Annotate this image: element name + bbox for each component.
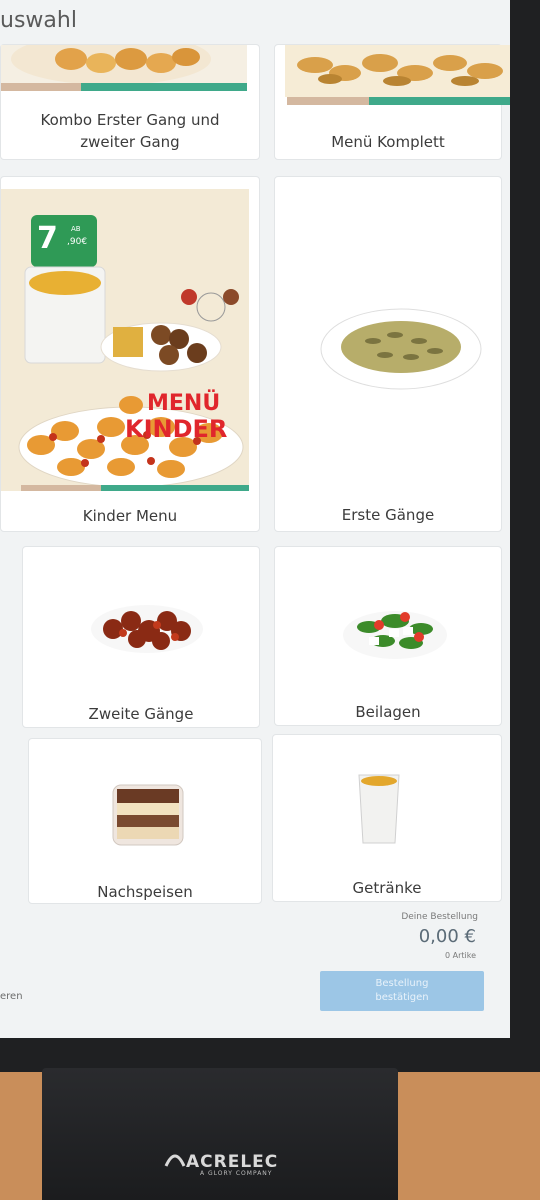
category-kinder-menu[interactable]: 7 AB ,90€ MENÜ KINDER Kinder Menu [0,176,260,532]
category-label: Beilagen [355,703,421,721]
salad-image [343,611,447,659]
category-label: Erste Gänge [341,506,435,524]
order-label: Deine Bestellung [401,912,478,922]
tiramisu-image [112,784,184,846]
order-total: 0,00 € [418,926,476,947]
category-label: Zweite Gänge [88,705,194,723]
category-erste-gaenge[interactable]: Erste Gänge [274,176,502,532]
promo-price-badge: 7 AB ,90€ [37,221,87,256]
promo-title-line1: MENÜ [147,391,221,416]
category-label: Kombo Erster Gang und zweiter Gang [40,111,220,151]
category-beilagen[interactable]: Beilagen [274,546,502,726]
promo-title-line2: KINDER [125,415,228,443]
category-label: Menü Komplett [331,133,445,151]
category-getraenke[interactable]: Getränke [272,734,502,902]
order-count: 0 Artike [444,951,476,960]
confirm-order-button[interactable]: Bestellung bestätigen [320,971,484,1011]
acrelec-logo-icon [164,1154,186,1167]
kiosk-stand [42,1068,398,1200]
drink-cup-image [358,774,400,844]
category-label: Nachspeisen [97,883,193,901]
category-label: Kinder Menu [82,507,178,525]
kombo-food-image [1,45,247,91]
pasta-image [285,45,510,105]
promo-price-main: 7 [37,221,58,256]
category-zweite-gaenge[interactable]: Zweite Gänge [22,546,260,728]
category-label: Getränke [352,879,422,897]
kiosk-screen: uswahl Kombo Erster Gang und zweiter Gan… [0,0,510,1038]
page-title: uswahl [0,8,77,33]
cancel-button[interactable]: eren [0,991,23,1002]
category-menu-komplett[interactable]: Menü Komplett [274,44,510,160]
brand-name: ACRELEC [186,1152,279,1172]
category-kombo[interactable]: Kombo Erster Gang und zweiter Gang [0,44,260,160]
promo-price-cents: ,90€ [67,237,88,247]
promo-price-prefix: AB [71,225,81,233]
meatballs-image [91,605,203,653]
category-nachspeisen[interactable]: Nachspeisen [28,738,262,904]
brand-subtitle: A GLORY COMPANY [200,1170,273,1177]
pasta-plate-image [320,308,482,390]
